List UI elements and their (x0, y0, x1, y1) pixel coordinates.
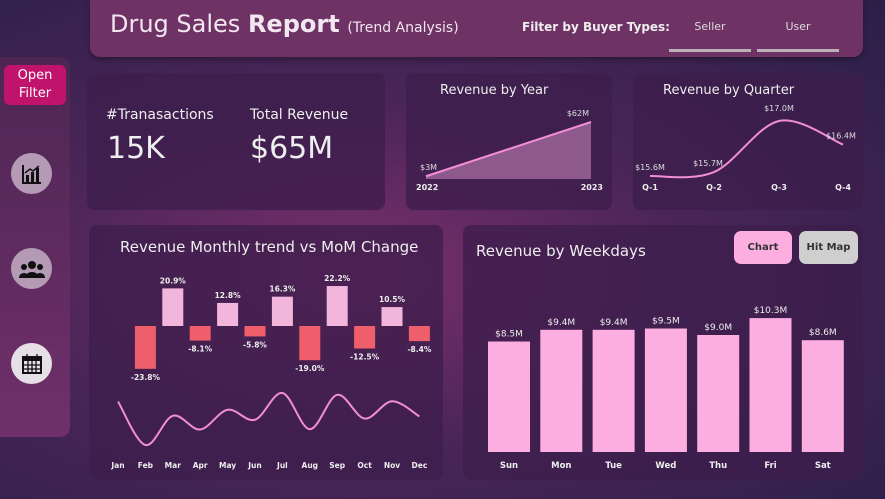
kpi-card: #Tranasactions 15K Total Revenue $65M (87, 73, 385, 210)
weekday-chart: $8.5M Sun $9.4M Mon $9.4M Tue $9.5M Wed $9.0M Thu… (488, 306, 844, 471)
mom-label: -19.0% (295, 364, 325, 373)
data-label: $9.4M (600, 318, 628, 328)
x-tick: Dec (412, 461, 428, 470)
weekday-bar (540, 329, 583, 452)
x-tick: Q-1 (642, 183, 658, 192)
open-filter-button[interactable]: Open Filter (4, 65, 66, 105)
x-tick: Oct (357, 461, 372, 470)
sidebar: Open Filter (0, 57, 70, 437)
weekday-bar (749, 318, 792, 452)
mom-label: -12.5% (350, 353, 380, 362)
mom-label: 20.9% (160, 276, 187, 285)
monthly-chart: Jan -23.8% Feb 20.9% Mar -8.1% Apr 12.8% May -5.8… (110, 274, 431, 470)
mom-label: -5.8% (243, 340, 267, 349)
monthly-trend-card: Revenue Monthly trend vs MoM Change Jan -… (89, 225, 443, 480)
header-bar: Drug Sales Report (Trend Analysis) Filte… (90, 0, 863, 57)
data-label: $10.3M (754, 306, 788, 316)
mom-label: -23.8% (131, 373, 161, 382)
mom-bar (381, 307, 403, 326)
data-label: $62M (567, 109, 589, 118)
users-icon[interactable] (11, 248, 52, 289)
x-tick: Mar (165, 461, 182, 470)
weekday-bar (644, 328, 687, 452)
revenue-label: Total Revenue (250, 107, 349, 123)
data-label: $15.7M (693, 159, 723, 168)
page-title: Drug Sales Report (Trend Analysis) (110, 10, 459, 38)
weekday-bar (801, 340, 844, 452)
weekday-bar (488, 341, 530, 452)
mom-bar (271, 296, 293, 326)
revenue-trend-line (117, 392, 420, 446)
mom-label: 10.5% (379, 295, 406, 304)
mom-label: 22.2% (324, 274, 351, 283)
x-tick: Sat (815, 461, 831, 471)
x-tick: Jan (110, 461, 124, 470)
x-tick: May (219, 461, 236, 470)
x-tick: Jul (276, 461, 288, 470)
x-tick: Nov (384, 461, 400, 470)
mom-bar (162, 288, 184, 326)
data-label: $9.4M (547, 318, 575, 328)
filter-user[interactable]: User (757, 20, 839, 52)
data-label: $9.0M (704, 323, 732, 333)
filter-seller[interactable]: Seller (669, 20, 751, 52)
filter-label: Filter by Buyer Types: (522, 20, 670, 34)
data-label: $8.6M (809, 328, 837, 338)
data-label: $3M (420, 163, 437, 172)
data-label: $8.5M (495, 330, 523, 340)
x-tick: Mon (551, 461, 571, 471)
x-tick: Thu (709, 461, 727, 471)
mom-bar (217, 302, 239, 326)
x-tick: 2022 (416, 183, 438, 192)
mom-label: 12.8% (215, 291, 242, 300)
mom-bar (354, 326, 376, 349)
year-chart: $3M $62M 2022 2023 (416, 109, 603, 192)
x-tick: Q-3 (771, 183, 787, 192)
x-tick: Aug (302, 461, 319, 470)
mom-label: 16.3% (269, 285, 296, 294)
x-tick: Sun (500, 461, 518, 471)
calendar-icon[interactable] (11, 343, 52, 384)
weekday-card: Revenue by Weekdays Chart Hit Map $8.5M S… (463, 225, 863, 480)
revenue-by-quarter-card: Revenue by Quarter $15.6M $15.7M $17.0M $16… (633, 73, 863, 210)
data-label: $17.0M (764, 104, 794, 113)
weekday-bar (697, 335, 740, 452)
transactions-value: 15K (107, 131, 165, 166)
x-tick: Q-2 (706, 183, 722, 192)
x-tick: 2023 (581, 183, 603, 192)
data-label: $16.4M (826, 132, 856, 141)
mom-label: -8.4% (407, 345, 431, 354)
mom-bar (244, 326, 266, 337)
x-tick: Wed (655, 461, 676, 471)
mom-bar (408, 326, 430, 342)
weekday-bar (592, 329, 635, 452)
revenue-value: $65M (250, 131, 334, 166)
x-tick: Tue (605, 461, 622, 471)
data-label: $9.5M (652, 317, 680, 327)
mom-bar (134, 326, 156, 369)
mom-bar (326, 286, 348, 326)
mom-bar (189, 326, 211, 341)
transactions-label: #Tranasactions (106, 107, 214, 123)
mom-bar (299, 326, 321, 361)
x-tick: Apr (193, 461, 208, 470)
x-tick: Feb (138, 461, 154, 470)
data-label: $15.6M (635, 163, 665, 172)
mom-label: -8.1% (188, 345, 212, 354)
x-tick: Q-4 (835, 183, 851, 192)
x-tick: Sep (329, 461, 345, 470)
x-tick: Fri (764, 461, 776, 471)
quarter-chart: $15.6M $15.7M $17.0M $16.4M Q-1 Q-2 Q-3 Q-4 (635, 104, 856, 192)
x-tick: Jun (247, 461, 261, 470)
quarter-line (649, 119, 844, 179)
revenue-by-year-card: Revenue by Year $3M $62M 2022 2023 (406, 73, 612, 210)
chart-icon[interactable] (11, 153, 52, 194)
